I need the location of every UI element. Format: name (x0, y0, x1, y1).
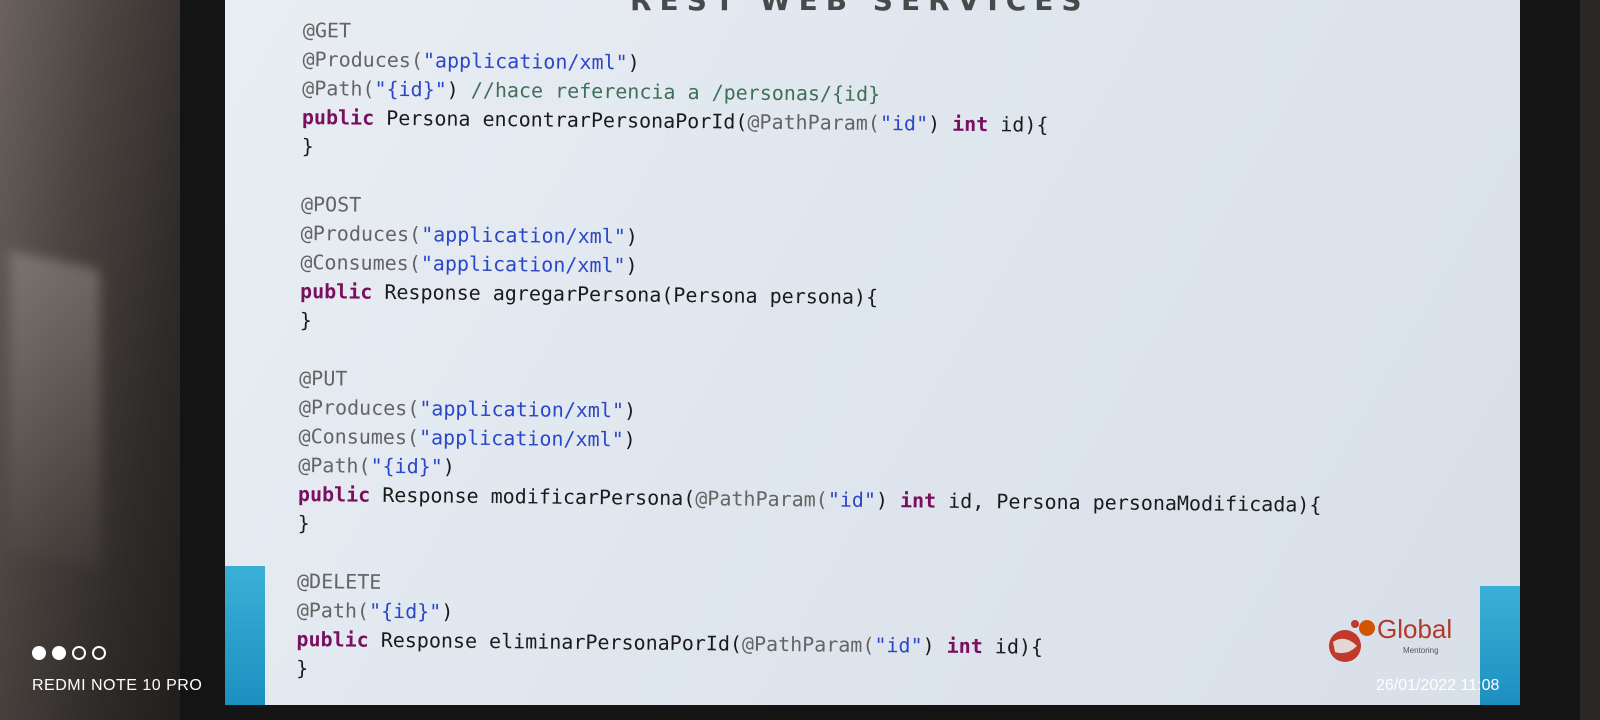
code-text: ) (441, 599, 454, 624)
dot-icon (52, 646, 66, 660)
dot-icon (92, 646, 106, 660)
keyword: int (952, 111, 989, 137)
method-signature: Response eliminarPersonaPorId( (368, 627, 743, 656)
closing-brace: } (296, 655, 309, 681)
keyword: public (301, 104, 375, 130)
string-literal: "application/xml" (422, 48, 628, 75)
annotation-produces: @Produces( (298, 394, 420, 421)
code-text: id){ (988, 112, 1049, 137)
code-text: id){ (982, 634, 1044, 659)
closing-brace: } (299, 307, 312, 333)
code-block: @GET @Produces("application/xml") @Path(… (296, 16, 1326, 694)
logo-subtext: Mentoring (1403, 646, 1439, 655)
globe-logo-icon (1329, 620, 1375, 662)
code-text: ) (625, 224, 639, 249)
annotation-pathparam: @PathParam( (741, 631, 875, 658)
annotation-produces: @Produces( (302, 46, 424, 73)
code-text: ) (623, 398, 637, 423)
annotation-pathparam: @PathParam( (747, 109, 881, 136)
annotation-produces: @Produces( (300, 220, 422, 247)
background-room (0, 0, 190, 720)
camera-watermark-device: REDMI NOTE 10 PRO (32, 677, 203, 694)
dot-icon (32, 646, 46, 660)
keyword: int (899, 488, 937, 513)
code-text: ) (625, 253, 638, 278)
string-literal: "application/xml" (420, 251, 626, 278)
string-literal: "application/xml" (418, 425, 624, 452)
camera-watermark-datetime: 26/01/2022 11:08 (1376, 677, 1500, 694)
annotation-consumes: @Consumes( (298, 423, 420, 450)
slide-accent-left (225, 566, 265, 705)
string-literal: "id" (879, 111, 929, 136)
annotation-post: @POST (300, 191, 362, 217)
closing-brace: } (301, 133, 314, 159)
keyword: public (296, 626, 369, 652)
string-literal: "{id}" (370, 453, 443, 479)
code-text: ) (922, 633, 947, 658)
string-literal: "id" (827, 487, 877, 513)
string-literal: "application/xml" (421, 222, 626, 249)
method-signature: Response modificarPersona( (370, 482, 696, 511)
monitor-screen: REST WEB SERVICES @GET @Produces("applic… (225, 0, 1520, 705)
annotation-consumes: @Consumes( (300, 249, 421, 276)
code-text: ) (442, 454, 455, 479)
annotation-path: @Path( (302, 75, 375, 101)
code-text: ) (875, 488, 901, 513)
keyword: public (297, 481, 371, 507)
code-text: ) (627, 50, 640, 75)
string-literal: "application/xml" (419, 396, 625, 423)
code-comment: //hace referencia a /personas/{id} (470, 77, 881, 107)
global-mentoring-logo: Global Mentoring (1325, 612, 1475, 682)
string-literal: "{id}" (368, 598, 442, 624)
annotation-delete: @DELETE (296, 568, 382, 594)
string-literal: "{id}" (374, 76, 447, 102)
annotation-path: @Path( (296, 597, 370, 623)
code-text: id, Persona personaModificada){ (936, 488, 1322, 517)
annotation-path: @Path( (298, 452, 371, 478)
light-glare (10, 250, 100, 570)
method-signature: Persona encontrarPersonaPorId( (374, 105, 748, 134)
slide-title: REST WEB SERVICES (630, 0, 1090, 17)
string-literal: "id" (874, 633, 923, 658)
logo-text: Global (1377, 614, 1453, 644)
annotation-get: @GET (302, 17, 352, 43)
annotation-pathparam: @PathParam( (695, 486, 828, 512)
camera-watermark-dots (32, 645, 112, 664)
method-signature: Response agregarPersona(Persona persona)… (372, 279, 879, 310)
annotation-put: @PUT (299, 365, 348, 391)
closing-brace: } (297, 510, 310, 536)
keyword: int (946, 633, 983, 659)
code-text: ) (446, 77, 471, 102)
dot-icon (72, 646, 86, 660)
code-text: ) (927, 111, 953, 136)
code-text: ) (623, 427, 636, 452)
keyword: public (299, 278, 373, 304)
